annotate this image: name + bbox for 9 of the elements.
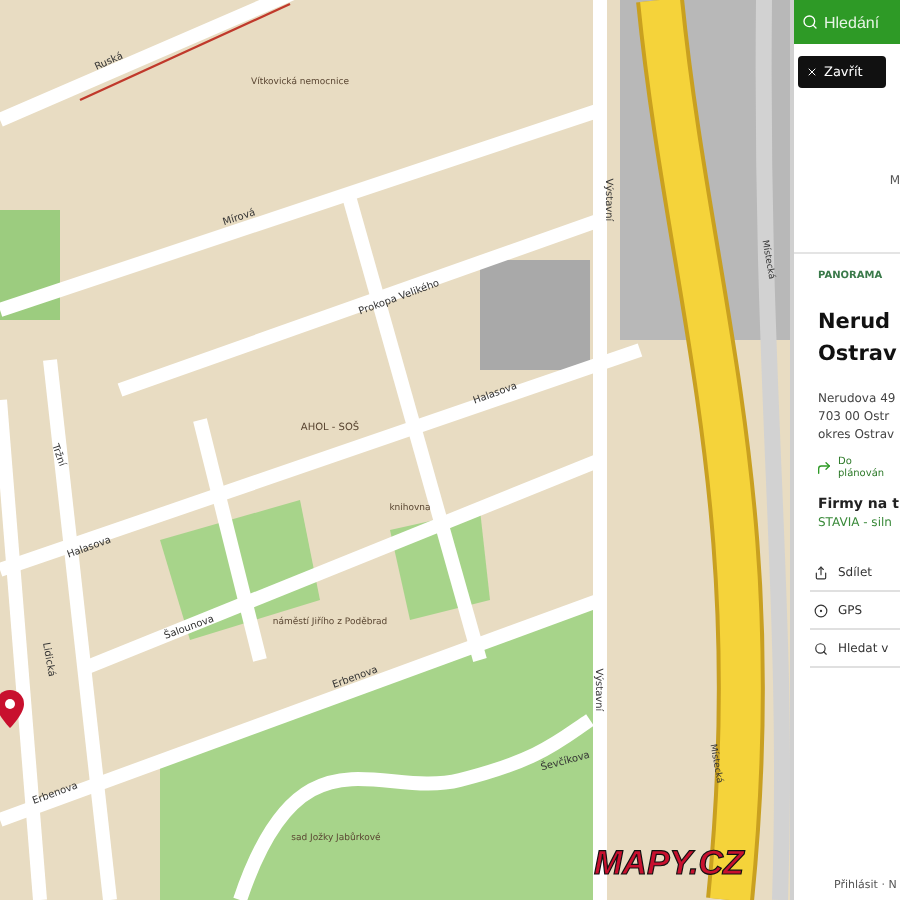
place-title: Nerud	[818, 308, 893, 338]
close-icon	[806, 66, 818, 78]
search-icon	[814, 641, 828, 655]
share-icon	[814, 565, 828, 579]
gps-icon	[814, 603, 828, 617]
search-icon	[802, 14, 818, 30]
location-pin-icon	[0, 690, 24, 728]
place-title: Ostrav	[818, 340, 899, 370]
route-arrow-icon	[816, 460, 832, 476]
